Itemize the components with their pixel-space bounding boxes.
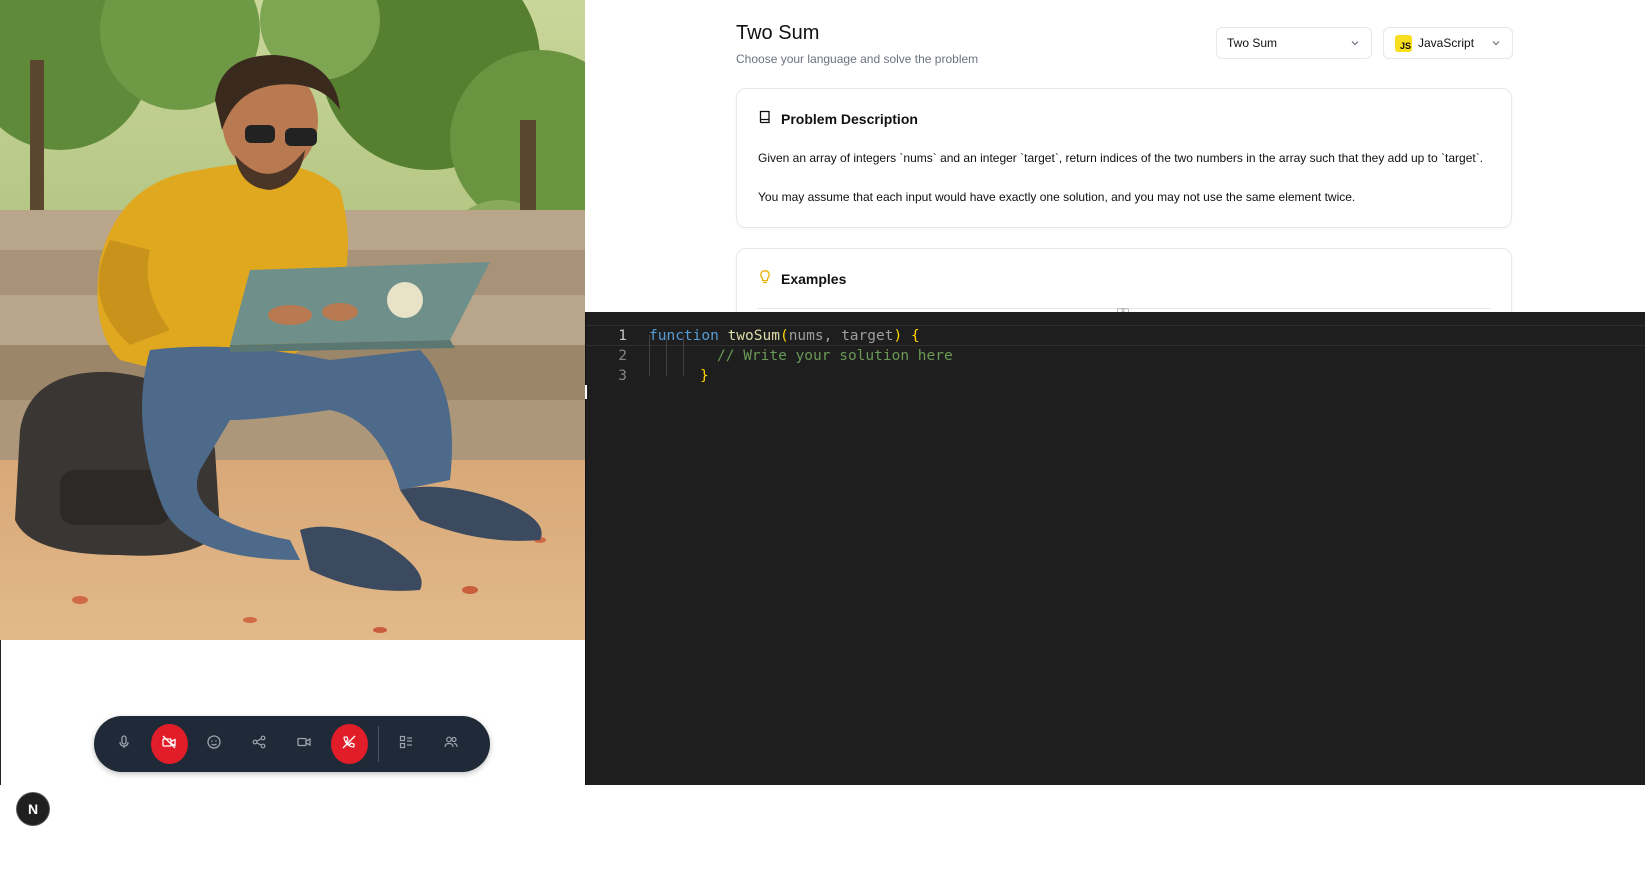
- video-panel: [0, 0, 585, 785]
- app-root: N Two Sum Choose your language and solve…: [0, 0, 1645, 876]
- indent-guide: [683, 335, 684, 376]
- problem-description-card: Problem Description Given an array of in…: [736, 88, 1512, 228]
- emoji-icon: [206, 734, 222, 755]
- book-icon: [757, 109, 781, 128]
- call-control-bar: [94, 716, 490, 772]
- lightbulb-icon: [757, 269, 781, 288]
- brace-token: }: [700, 368, 709, 384]
- page-title: Two Sum: [736, 22, 820, 44]
- code-editor[interactable]: 1 function twoSum(nums, target) { 2 // W…: [585, 312, 1645, 785]
- control-divider: [378, 726, 379, 762]
- problem-select-value: Two Sum: [1227, 36, 1278, 50]
- paren-token: (: [779, 328, 789, 344]
- share-icon: [251, 734, 267, 755]
- description-paragraph: Given an array of integers `nums` and an…: [758, 151, 1484, 165]
- code-text: function twoSum(nums, target) {: [649, 326, 920, 347]
- brace-token: {: [910, 328, 920, 344]
- participant-video: [0, 0, 585, 640]
- chevron-down-icon: [1349, 37, 1361, 49]
- language-select[interactable]: JS JavaScript: [1383, 27, 1513, 59]
- video-icon: [296, 734, 312, 755]
- description-paragraph: You may assume that each input would hav…: [758, 190, 1356, 204]
- examples-heading: Examples: [781, 270, 847, 287]
- camera-off-icon: [161, 734, 177, 755]
- layout-button[interactable]: [388, 724, 425, 764]
- examples-card: Examples: [736, 248, 1512, 312]
- line-number: 1: [618, 328, 627, 344]
- function-name-token: twoSum: [727, 328, 780, 344]
- code-line[interactable]: 1 function twoSum(nums, target) {: [586, 325, 1645, 346]
- camera-off-button[interactable]: [151, 724, 188, 764]
- code-line[interactable]: 3 }: [586, 366, 1645, 387]
- indent-guide: [666, 335, 667, 376]
- language-select-value: JavaScript: [1418, 36, 1475, 50]
- problem-description-header: Problem Description: [757, 109, 918, 128]
- problem-panel: Two Sum Choose your language and solve t…: [585, 0, 1645, 312]
- examples-header: Examples: [757, 269, 846, 288]
- line-number: 2: [618, 348, 627, 364]
- paren-token: ): [893, 328, 903, 344]
- share-button[interactable]: [241, 724, 278, 764]
- code-text: }: [700, 366, 709, 387]
- problem-select[interactable]: Two Sum: [1216, 27, 1372, 59]
- text-cursor: [585, 385, 587, 399]
- problem-description-heading: Problem Description: [781, 110, 918, 127]
- code-line[interactable]: 2 // Write your solution here: [586, 346, 1645, 367]
- indent-guide: [649, 335, 650, 376]
- participants-icon: [443, 734, 459, 755]
- params-token: nums, target: [788, 328, 894, 344]
- end-call-button[interactable]: [331, 724, 368, 764]
- emoji-button[interactable]: [196, 724, 233, 764]
- participants-button[interactable]: [433, 724, 470, 764]
- badge-letter: N: [27, 801, 39, 817]
- code-text: // Write your solution here: [717, 346, 953, 367]
- end-call-icon: [341, 734, 357, 755]
- layout-icon: [398, 734, 414, 755]
- page-subtitle: Choose your language and solve the probl…: [736, 52, 979, 66]
- comment-token: // Write your solution here: [717, 348, 953, 364]
- line-number: 3: [618, 368, 627, 384]
- microphone-button[interactable]: [106, 724, 143, 764]
- javascript-icon: JS: [1395, 34, 1412, 52]
- video-button[interactable]: [286, 724, 323, 764]
- microphone-icon: [116, 734, 132, 755]
- chevron-down-icon: [1490, 37, 1502, 49]
- app-logo-badge[interactable]: N: [17, 793, 49, 825]
